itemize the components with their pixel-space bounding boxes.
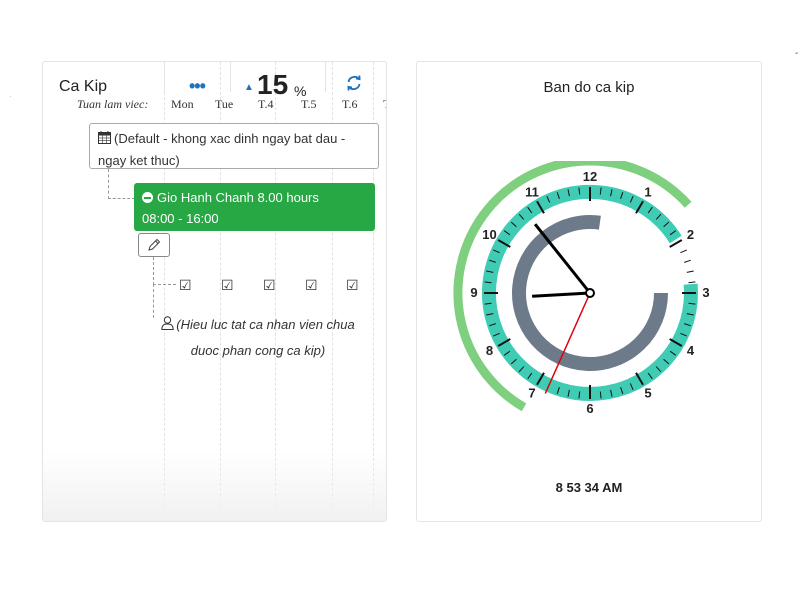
- day-checkbox[interactable]: ☑: [263, 277, 276, 294]
- tick-mark-open: [684, 259, 691, 263]
- default-schedule-line2: ngay ket thuc): [98, 153, 180, 169]
- refresh-icon[interactable]: [345, 74, 363, 97]
- shift-item[interactable]: Gio Hanh Chanh 8.00 hours 08:00 - 16:00: [134, 183, 375, 231]
- week-label: Tuan lam viec:: [77, 97, 149, 111]
- hour-number: 9: [470, 285, 477, 300]
- shift-hours: 08:00 - 16:00: [142, 211, 219, 226]
- hour-number: 1: [644, 185, 651, 200]
- hour-number: 6: [586, 401, 593, 416]
- day-header: Mon: [171, 97, 194, 111]
- clock-face: 121234567891011: [453, 161, 710, 416]
- day-header: T.4: [258, 97, 274, 111]
- tree-connector: [153, 257, 176, 285]
- user-icon: [161, 313, 174, 338]
- shift-clock: 121234567891011: [453, 161, 710, 416]
- hour-hand: [532, 291, 591, 298]
- hour-number: 3: [702, 285, 709, 300]
- calendar-icon: [98, 129, 111, 150]
- edit-pencil-button[interactable]: [138, 233, 170, 257]
- default-schedule-box[interactable]: (Default - khong xac dinh ngay bat dau -…: [89, 123, 379, 169]
- note-line2: duoc phan cong ca kip): [190, 343, 326, 359]
- hour-number: 12: [583, 169, 597, 184]
- day-header: T.6: [342, 97, 358, 111]
- tick-mark-open: [680, 249, 688, 254]
- center-pin: [585, 288, 595, 298]
- day-checkbox[interactable]: ☑: [221, 277, 234, 294]
- stray-dot: [10, 96, 11, 97]
- tick-mark-open: [686, 270, 694, 273]
- up-arrow-icon: ▲: [244, 82, 254, 93]
- hour-number: 10: [482, 227, 496, 242]
- hour-number: 11: [525, 185, 539, 200]
- hour-number: 5: [644, 386, 651, 401]
- shift-name: Gio Hanh Chanh 8.00 hours: [157, 190, 319, 205]
- day-header: T.5: [301, 97, 317, 111]
- more-options-button[interactable]: •••: [189, 76, 206, 97]
- default-schedule-line1: (Default - khong xac dinh ngay bat dau -: [114, 131, 346, 146]
- shift-panel: Ca Kip ••• ▲ 15 % Tuan lam viec: Mon Tue…: [42, 61, 387, 522]
- tree-connector: [108, 169, 135, 199]
- day-checkbox[interactable]: ☑: [179, 277, 192, 294]
- minus-circle-icon: [142, 192, 153, 203]
- hour-number: 7: [528, 386, 535, 401]
- pencil-icon: [148, 238, 161, 251]
- hour-number: 2: [687, 227, 694, 242]
- hour-number: 4: [687, 343, 695, 358]
- day-header: T: [383, 97, 386, 112]
- note-line1: (Hieu luc tat ca nhan vien chua: [176, 317, 355, 332]
- day-header: Tue: [215, 97, 234, 111]
- header-separator: [164, 62, 165, 92]
- side-mark: -: [795, 48, 799, 59]
- tick-mark-open: [688, 281, 696, 284]
- header-separator: [325, 62, 326, 92]
- hour-number: 8: [486, 343, 493, 358]
- panel-title: Ca Kip: [59, 78, 108, 95]
- second-hand: [544, 292, 591, 394]
- digital-time: 8 53 34 AM: [555, 480, 623, 495]
- clock-title: Ban do ca kip: [543, 79, 635, 96]
- clock-panel: Ban do ca kip 12 1 2 3 4 5 6 7 8 9 10 11 8 53 34 AM: [416, 61, 762, 522]
- day-checkbox[interactable]: ☑: [346, 277, 359, 294]
- unassigned-note: (Hieu luc tat ca nhan vien chua duoc pha…: [148, 312, 368, 363]
- day-checkbox[interactable]: ☑: [305, 277, 318, 294]
- header-separator: [230, 62, 231, 92]
- fade-overlay: [43, 451, 386, 521]
